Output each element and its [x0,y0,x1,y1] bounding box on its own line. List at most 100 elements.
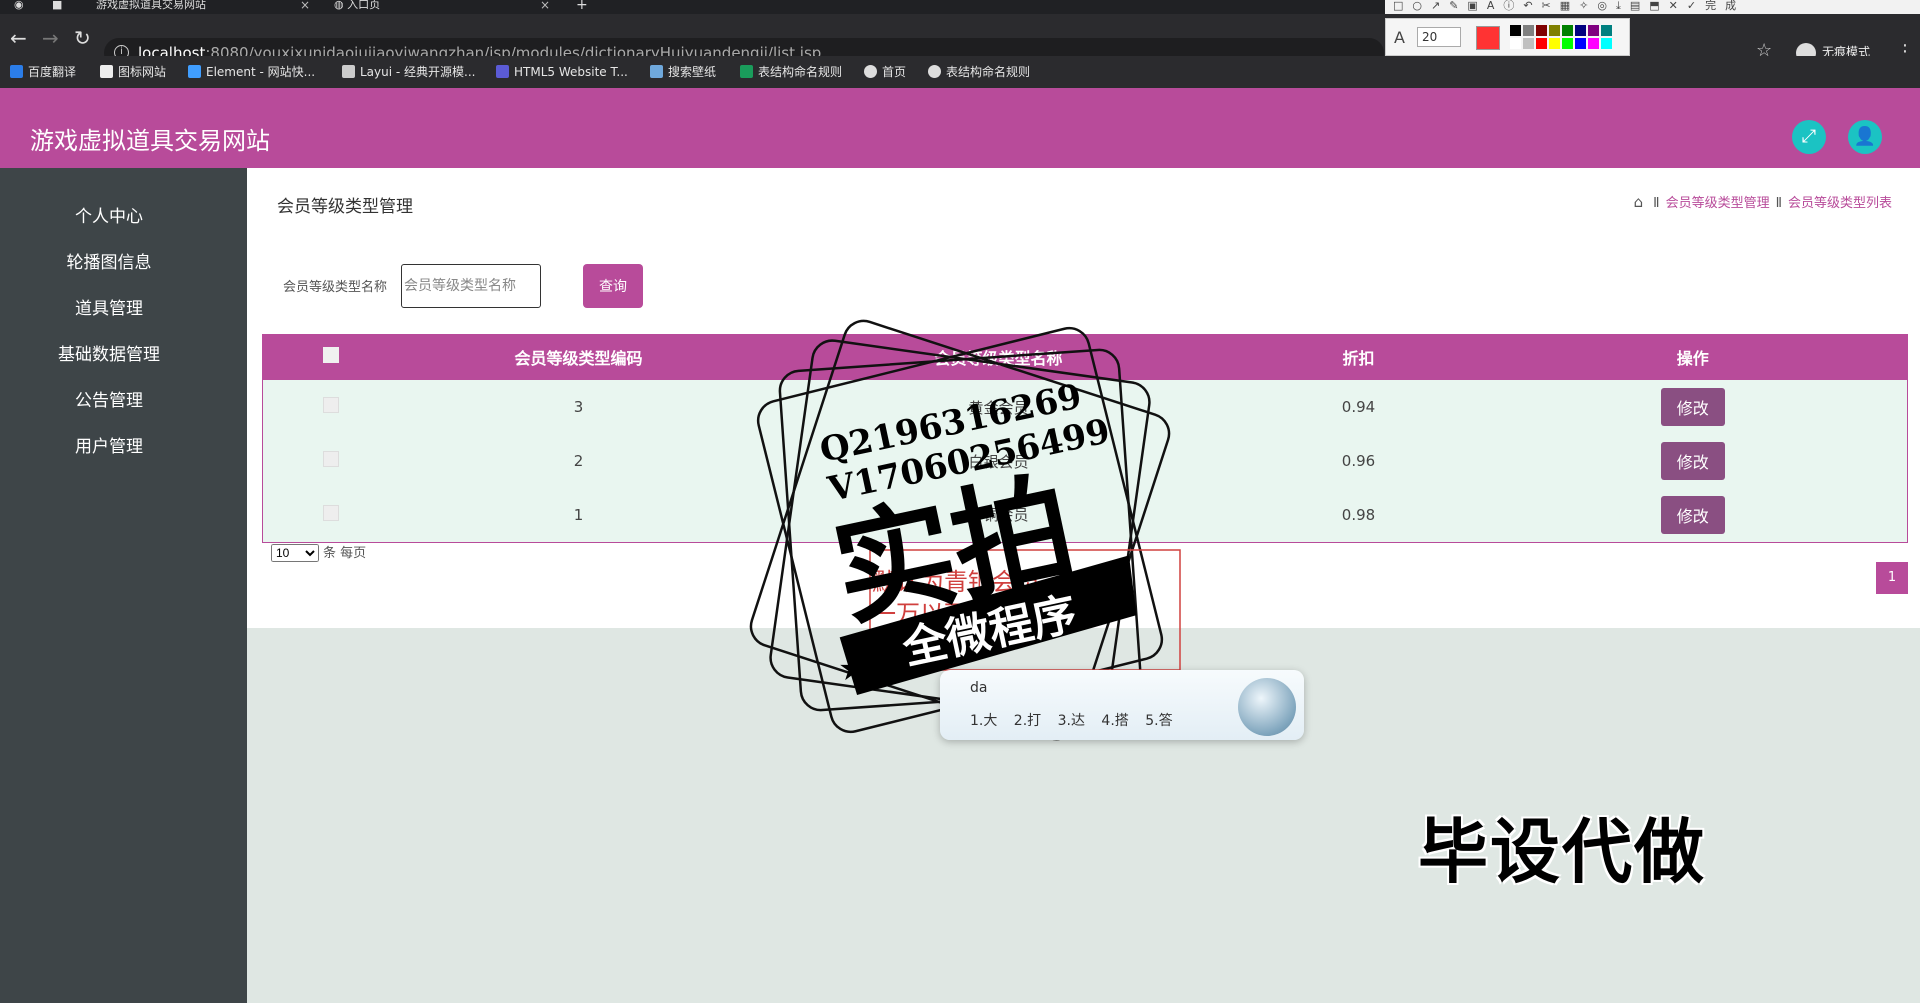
bookmark-item[interactable]: 首页 [864,64,906,80]
color-swatch[interactable] [1562,38,1573,49]
back-arrow-icon[interactable]: ← [10,28,27,48]
flag-icon [100,65,113,78]
star-icon: ★ [838,649,868,689]
color-swatch[interactable] [1588,38,1599,49]
globe-icon [928,65,941,78]
star-icon: ★ [1098,577,1128,617]
user-icon: 👤 [1853,126,1877,147]
cell-discount: 0.94 [1238,380,1479,434]
color-swatch[interactable] [1588,25,1599,36]
sidebar: 个人中心 轮播图信息 道具管理 基础数据管理 公告管理 用户管理 [0,168,247,1003]
font-size-select[interactable]: 20 [1417,27,1461,47]
bookmark-item[interactable]: Layui - 经典开源模... [342,64,475,80]
sidebar-item-profile[interactable]: 个人中心 [0,202,218,227]
color-swatch[interactable] [1575,25,1586,36]
new-tab-button[interactable]: + [576,0,588,14]
row-select-cell [262,434,399,488]
color-swatch[interactable] [1601,25,1612,36]
bookmark-item[interactable]: 表结构命名规则 [928,64,1030,80]
breadcrumb-separator: Ⅱ [1775,196,1782,211]
color-swatch[interactable] [1510,38,1521,49]
sheet-icon [740,65,753,78]
column-header[interactable]: 会员等级类型编码 [398,334,759,380]
query-button[interactable]: 查询 [583,264,643,308]
bookmark-item[interactable]: 百度翻译 [10,64,76,80]
column-header: 操作 [1478,334,1908,380]
search-label: 会员等级类型名称 [283,280,388,295]
page-number-button[interactable]: 1 [1876,562,1908,594]
globe-icon [864,65,877,78]
bookmark-item[interactable]: Element - 网站快... [188,64,315,80]
page-size-control: 10 条 每页 [271,542,366,562]
window-icon[interactable]: ■ [52,0,62,14]
color-swatch[interactable] [1562,25,1573,36]
ime-typed-text: da [970,680,988,696]
font-size-icon: A [1394,28,1405,47]
cell-code: 1 [398,488,759,543]
home-icon[interactable]: ⌂ [1634,193,1644,211]
page-title: 会员等级类型管理 [277,197,413,217]
app-title: 游戏虚拟道具交易网站 [30,127,270,155]
row-select-cell [262,380,399,434]
bookmark-item[interactable]: 搜索壁纸 [650,64,716,80]
color-swatch[interactable] [1510,25,1521,36]
browser-menu-icon[interactable]: ◉ [14,0,24,14]
edit-button[interactable]: 修改 [1660,495,1725,534]
page-size-select[interactable]: 10 [271,544,319,562]
ime-logo-icon [1238,678,1296,736]
color-swatch[interactable] [1536,25,1547,36]
sidebar-item-carousel[interactable]: 轮播图信息 [0,248,218,273]
screenshot-text-toolbar[interactable]: A 20 [1385,18,1630,56]
forward-arrow-icon[interactable]: → [42,28,59,48]
color-swatch[interactable] [1523,38,1534,49]
bookmarks-bar: 百度翻译 图标网站 Element - 网站快... Layui - 经典开源模… [0,56,1920,88]
breadcrumb-item[interactable]: 会员等级类型管理 [1666,196,1770,211]
row-checkbox[interactable] [322,451,339,467]
sidebar-item-items[interactable]: 道具管理 [0,294,218,319]
sidebar-item-announcements[interactable]: 公告管理 [0,386,218,411]
edit-button[interactable]: 修改 [1660,388,1725,426]
edit-button[interactable]: 修改 [1660,442,1725,480]
tab-active[interactable]: 游戏虚拟道具交易网站 × [96,0,316,14]
column-header[interactable]: 折扣 [1238,334,1479,380]
reload-icon[interactable]: ↻ [74,28,91,48]
bookmark-item[interactable]: 表结构命名规则 [740,64,842,80]
bookmark-item[interactable]: 图标网站 [100,64,166,80]
user-menu-button[interactable]: 👤 [1848,120,1882,154]
page-size-suffix: 条 每页 [323,546,367,561]
breadcrumb: ⌂ Ⅱ 会员等级类型管理 Ⅱ 会员等级类型列表 [1634,192,1892,211]
color-swatch[interactable] [1536,38,1547,49]
current-color-swatch[interactable] [1476,26,1500,50]
tab-title: 游戏虚拟道具交易网站 [96,0,206,11]
tab-entry[interactable]: ◍ 入口页 × [334,0,554,14]
row-checkbox[interactable] [322,397,339,413]
cell-action: 修改 [1478,488,1908,543]
color-swatch[interactable] [1523,25,1534,36]
cell-action: 修改 [1478,434,1908,488]
globe-icon: ◍ [334,0,348,11]
search-input[interactable] [401,264,541,308]
close-tab-icon[interactable]: × [300,0,310,11]
row-checkbox[interactable] [322,504,339,521]
app-header: 游戏虚拟道具交易网站 ⤢ 👤 [0,88,1920,168]
breadcrumb-item[interactable]: 会员等级类型列表 [1788,196,1892,211]
screenshot-toolbar-top[interactable]: □○↗✎▣Aⓘ↶✂▦✧◎⤓▤⬒✕✓完成 [1385,0,1920,14]
breadcrumb-separator: Ⅱ [1653,196,1660,211]
bookmark-item[interactable]: HTML5 Website T... [496,64,628,80]
cell-discount: 0.96 [1238,434,1479,488]
fullscreen-button[interactable]: ⤢ [1792,120,1826,154]
select-all-checkbox[interactable] [322,347,339,363]
element-icon [188,65,201,78]
color-swatch[interactable] [1549,25,1560,36]
sidebar-item-basic-data[interactable]: 基础数据管理 [0,340,218,365]
translate-icon [10,65,23,78]
cell-discount: 0.98 [1238,488,1479,543]
close-tab-icon[interactable]: × [540,0,550,11]
color-swatch[interactable] [1601,38,1612,49]
expand-icon: ⤢ [1801,126,1817,147]
cell-code: 3 [398,380,759,434]
ime-candidates[interactable]: 1.大 2.打 3.达 4.搭 5.答 [970,710,1173,730]
sidebar-item-users[interactable]: 用户管理 [0,432,218,457]
color-swatch[interactable] [1575,38,1586,49]
color-swatch[interactable] [1549,38,1560,49]
